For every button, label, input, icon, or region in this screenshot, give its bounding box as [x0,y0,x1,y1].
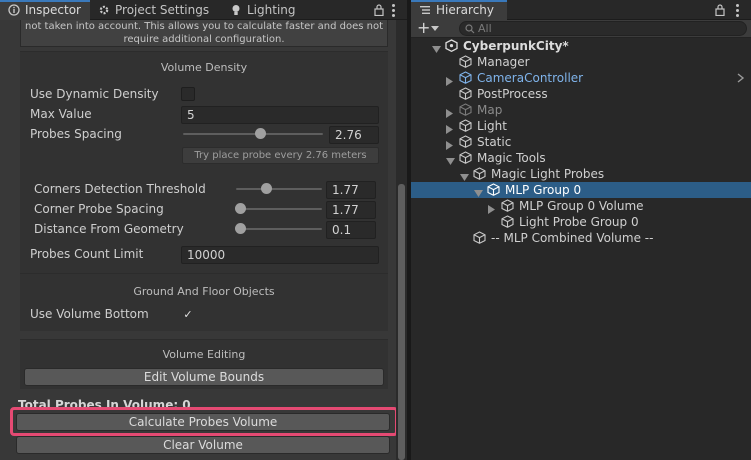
tab-label: Project Settings [115,3,210,17]
inspector-tab-bar: Inspector Project Settings Lighting [0,0,407,20]
edit-volume-bounds-button[interactable]: Edit Volume Bounds [24,368,384,386]
hierarchy-item-label: PostProcess [477,87,548,101]
hierarchy-item-label: Map [477,103,503,117]
clear-volume-button[interactable]: Clear Volume [16,436,390,454]
hierarchy-item[interactable]: MLP Group 0 Volume [411,198,751,214]
max-value-label: Max Value [30,107,92,121]
hierarchy-item[interactable]: -- MLP Combined Volume -- [411,230,751,246]
volume-editing-section: Volume Editing Edit Volume Bounds [20,339,388,389]
probes-count-limit-field[interactable]: 10000 [181,246,379,264]
corners-threshold-field[interactable]: 1.77 [326,181,376,199]
probes-spacing-field[interactable]: 2.76 [329,126,379,144]
corner-probe-spacing-slider-track[interactable] [236,208,322,210]
distance-from-geometry-label: Distance From Geometry [34,222,184,236]
hierarchy-item[interactable]: CameraController [411,70,751,86]
search-input[interactable]: All [459,21,747,36]
tab-hierarchy[interactable]: Hierarchy [411,0,507,20]
hierarchy-item[interactable]: Light [411,118,751,134]
distance-from-geometry-field[interactable]: 0.1 [326,221,376,239]
hierarchy-item-label: Magic Tools [477,151,546,165]
probes-spacing-slider-track[interactable] [183,133,323,135]
probes-spacing-label: Probes Spacing [30,127,122,141]
hierarchy-item[interactable]: CyberpunkCity* [411,38,751,54]
probes-spacing-slider-thumb[interactable] [255,128,266,139]
help-text-line1: not taken into account. This allows you … [25,21,383,32]
tab-label: Hierarchy [436,3,495,17]
corners-threshold-label: Corners Detection Threshold [34,182,206,196]
hierarchy-tree: CyberpunkCity* Manager CameraController Pos… [411,38,751,460]
tab-lighting[interactable]: Lighting [222,0,312,20]
tab-label: Lighting [247,3,296,17]
lightbulb-icon [230,4,242,16]
inspector-scrollbar-thumb[interactable] [398,184,405,460]
inspector-content: not taken into account. This allows you … [0,20,396,460]
corner-probe-spacing-label: Corner Probe Spacing [34,202,164,216]
hierarchy-item[interactable]: Light Probe Group 0 [411,214,751,230]
section-title: Volume Density [160,61,248,74]
gear-icon [98,4,110,16]
add-icon[interactable]: + [417,18,430,37]
chevron-down-icon[interactable] [431,26,439,32]
chevron-right-icon[interactable] [737,73,745,83]
ground-floor-section: Ground And Floor Objects Use Volume Bott… [20,273,388,331]
list-icon [419,4,431,16]
search-icon [465,24,475,34]
hierarchy-item-label: Static [477,135,512,149]
hierarchy-item-label: Light Probe Group 0 [519,215,639,229]
corners-threshold-slider-track[interactable] [236,188,322,190]
use-dynamic-density-checkbox[interactable] [181,87,195,101]
corners-threshold-slider-thumb[interactable] [261,183,273,194]
probes-count-limit-label: Probes Count Limit [30,247,144,261]
hierarchy-panel: Hierarchy + All CyberpunkCity* Manager Cam… [411,0,751,460]
help-box: not taken into account. This allows you … [20,20,388,47]
hierarchy-item[interactable]: Static [411,134,751,150]
tab-inspector[interactable]: Inspector [0,0,90,20]
hierarchy-toolbar: + All [411,18,751,38]
hierarchy-item[interactable]: MLP Group 0 [411,182,751,198]
more-options-icon[interactable] [736,4,739,17]
volume-density-section: Volume Density Use Dynamic Density Max V… [20,51,388,293]
check-icon: ✓ [183,307,193,321]
max-value-field[interactable]: 5 [181,106,379,124]
distance-from-geometry-slider-thumb[interactable] [235,223,247,234]
hierarchy-item[interactable]: Map [411,102,751,118]
hierarchy-item[interactable]: Magic Light Probes [411,166,751,182]
lock-icon[interactable] [715,4,725,16]
hierarchy-item-label: Magic Light Probes [491,167,605,181]
more-options-icon[interactable] [392,4,395,17]
distance-from-geometry-slider-track[interactable] [236,228,322,230]
hierarchy-item-label: Light [477,119,507,133]
section-title: Ground And Floor Objects [133,285,275,298]
gameobject-cube-icon [473,231,486,248]
info-icon [8,4,20,16]
hierarchy-item-label: Manager [477,55,530,69]
probes-spacing-hint: Try place probe every 2.76 meters [182,147,379,164]
use-volume-bottom-checkbox[interactable]: ✓ [181,307,195,321]
tab-project-settings[interactable]: Project Settings [90,0,220,20]
corner-probe-spacing-slider-thumb[interactable] [235,203,247,214]
hierarchy-item[interactable]: PostProcess [411,86,751,102]
hierarchy-item[interactable]: Magic Tools [411,150,751,166]
calculate-probes-volume-button[interactable]: Calculate Probes Volume [16,413,390,431]
hierarchy-item[interactable]: Manager [411,54,751,70]
corner-probe-spacing-field[interactable]: 1.77 [326,201,376,219]
hierarchy-tab-bar: Hierarchy [411,0,751,20]
hierarchy-item-label: CyberpunkCity* [463,39,569,53]
inspector-panel: Inspector Project Settings Lighting not … [0,0,407,460]
hierarchy-item-label: -- MLP Combined Volume -- [491,231,654,245]
use-dynamic-density-label: Use Dynamic Density [30,87,159,101]
hierarchy-item-label: CameraController [477,71,584,85]
tab-label: Inspector [25,3,81,17]
use-volume-bottom-label: Use Volume Bottom [30,307,149,321]
lock-icon[interactable] [374,4,384,16]
help-text-line2: require additional configuration. [123,34,285,45]
section-title: Volume Editing [162,348,246,361]
hierarchy-item-label: MLP Group 0 Volume [519,199,644,213]
hierarchy-item-label: MLP Group 0 [505,183,582,197]
